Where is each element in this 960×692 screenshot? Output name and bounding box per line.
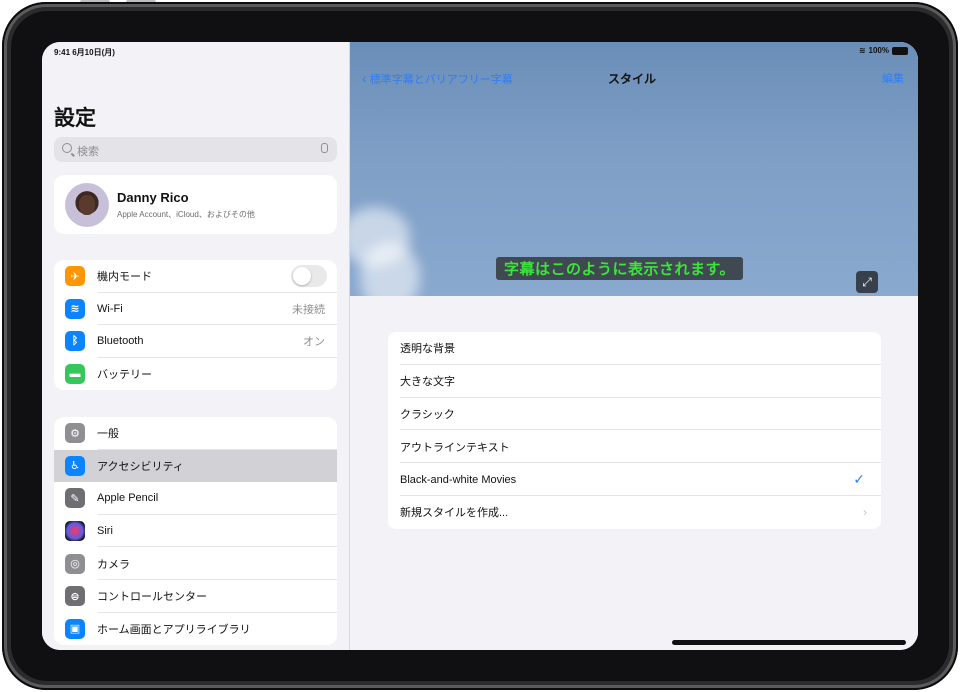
style-option[interactable]: 透明な背景 [388, 332, 881, 365]
search-placeholder: 検索 [77, 146, 99, 158]
caption-preview-text: 字幕はこのように表示されます。 [496, 257, 744, 280]
checkmark-icon: ✓ [853, 471, 865, 488]
sidebar-item-siri[interactable]: Siri [54, 515, 337, 548]
style-label: 透明な背景 [400, 343, 455, 356]
settings-sidebar: 9:41 6月10日(月) 設定 検索 Danny Rico Apple Acc… [42, 42, 350, 650]
account-subtitle: Apple Account、iCloud、およびその他 [117, 210, 255, 219]
home-screen-icon: ▣ [65, 618, 85, 639]
detail-pane: ≋ 100% ‹ 標準字幕とバリアフリー字幕 スタイル 編集 字幕はこのように表… [350, 42, 918, 650]
settings-group-connectivity: ✈ 機内モード ≋ Wi-Fi 未接続 ᛒ Bluetooth オン ▬ バッテ… [54, 260, 337, 391]
sidebar-item-label: Wi-Fi [97, 302, 123, 315]
screen: 9:41 6月10日(月) 設定 検索 Danny Rico Apple Acc… [42, 42, 918, 650]
search-icon [62, 143, 72, 153]
battery-percentage: 100% [868, 46, 889, 55]
nav-title: スタイル [608, 72, 657, 86]
sidebar-item-label: コントロールセンター [97, 591, 207, 604]
microphone-icon[interactable] [321, 143, 328, 153]
gear-icon: ⚙ [65, 423, 85, 444]
back-button[interactable]: ‹ 標準字幕とバリアフリー字幕 [362, 70, 513, 87]
sidebar-item-label: Bluetooth [97, 335, 144, 348]
style-option[interactable]: 大きな文字 [388, 365, 881, 398]
sidebar-item-label: 機内モード [97, 271, 152, 284]
sidebar-item-label: 一般 [97, 428, 119, 441]
sidebar-item-value: オン [303, 336, 325, 349]
status-bar-right: ≋ 100% [859, 46, 908, 55]
style-label: アウトラインテキスト [400, 441, 510, 454]
style-label: 大きな文字 [400, 376, 455, 389]
page-title: 設定 [54, 107, 96, 130]
battery-status-icon [892, 46, 908, 55]
home-indicator [672, 640, 906, 645]
status-time-date: 9:41 6月10日(月) [54, 48, 115, 57]
account-name: Danny Rico [117, 190, 189, 205]
search-input[interactable]: 検索 [54, 137, 337, 162]
sidebar-item-label: Apple Pencil [97, 492, 159, 505]
style-label: Black-and-white Movies [400, 473, 517, 486]
sidebar-item-label: ホーム画面とアプリライブラリ [97, 623, 251, 636]
avatar [65, 183, 109, 227]
style-option[interactable]: クラシック [388, 398, 881, 431]
wifi-status-icon: ≋ [858, 46, 866, 55]
settings-group-general: ⚙ 一般 ♿ アクセシビリティ ✎ Apple Pencil Siri ◎ カメ… [54, 417, 337, 646]
sidebar-item-apple-pencil[interactable]: ✎ Apple Pencil [54, 482, 337, 515]
sidebar-item-label: アクセシビリティ [97, 460, 184, 473]
create-new-style-button[interactable]: 新規スタイルを作成... › [388, 496, 881, 529]
sidebar-item-bluetooth[interactable]: ᛒ Bluetooth オン [54, 325, 337, 358]
sidebar-item-home-screen[interactable]: ▣ ホーム画面とアプリライブラリ [54, 613, 337, 646]
expand-icon[interactable]: ⤢ [856, 271, 878, 293]
sidebar-item-airplane-mode[interactable]: ✈ 機内モード [54, 260, 337, 293]
sidebar-item-value: 未接続 [292, 303, 325, 316]
sidebar-item-general[interactable]: ⚙ 一般 [54, 417, 337, 450]
sidebar-item-accessibility[interactable]: ♿ アクセシビリティ [54, 449, 337, 483]
control-center-icon: ⊜ [65, 586, 85, 607]
siri-icon [65, 521, 85, 542]
sidebar-item-label: カメラ [97, 558, 130, 571]
account-card[interactable]: Danny Rico Apple Account、iCloud、およびその他 [54, 175, 337, 234]
caption-preview-image: ≋ 100% ‹ 標準字幕とバリアフリー字幕 スタイル 編集 字幕はこのように表… [350, 42, 918, 296]
sidebar-item-camera[interactable]: ◎ カメラ [54, 547, 337, 580]
style-label: クラシック [400, 408, 455, 421]
wifi-icon: ≋ [65, 298, 85, 319]
style-label: 新規スタイルを作成... [400, 507, 509, 520]
airplane-mode-toggle[interactable] [291, 265, 327, 288]
sidebar-item-label: Siri [97, 525, 113, 538]
back-button-label: 標準字幕とバリアフリー字幕 [369, 74, 513, 86]
chevron-left-icon: ‹ [362, 70, 367, 86]
pencil-icon: ✎ [65, 488, 85, 509]
chevron-right-icon: › [863, 505, 867, 520]
battery-icon: ▬ [65, 364, 85, 385]
sidebar-item-label: バッテリー [97, 369, 152, 382]
sidebar-item-battery[interactable]: ▬ バッテリー [54, 358, 337, 391]
edit-button[interactable]: 編集 [882, 70, 904, 86]
bluetooth-icon: ᛒ [65, 331, 85, 352]
style-list: 透明な背景 大きな文字 クラシック アウトラインテキスト Black-and-w… [388, 332, 881, 529]
sidebar-item-control-center[interactable]: ⊜ コントロールセンター [54, 580, 337, 613]
accessibility-icon: ♿ [65, 455, 85, 476]
sidebar-item-wifi[interactable]: ≋ Wi-Fi 未接続 [54, 293, 337, 326]
camera-icon: ◎ [65, 553, 85, 574]
style-option[interactable]: アウトラインテキスト [388, 430, 881, 464]
airplane-icon: ✈ [65, 266, 85, 287]
style-option-selected[interactable]: Black-and-white Movies ✓ [388, 463, 881, 496]
